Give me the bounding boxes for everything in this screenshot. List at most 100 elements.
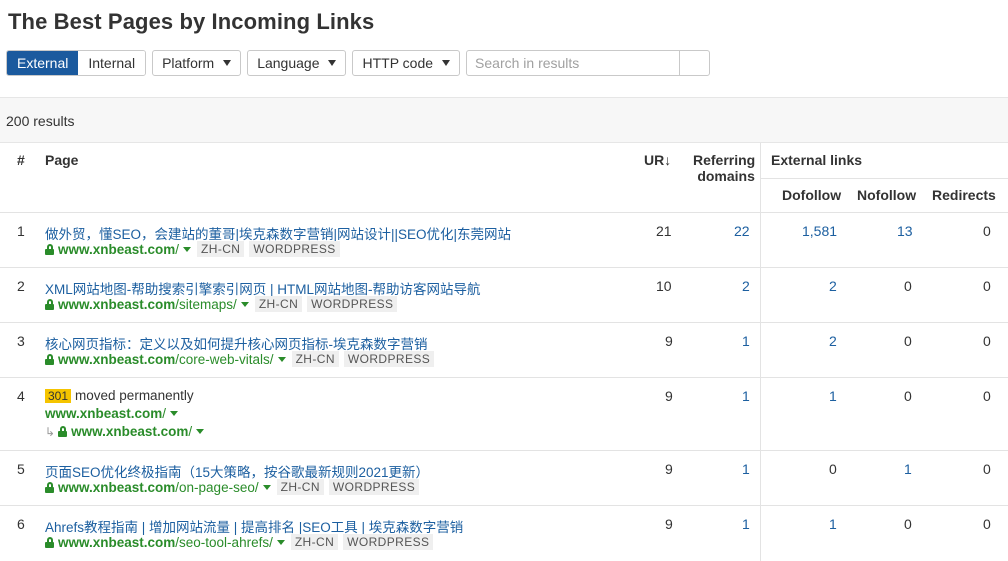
lock-icon [45, 536, 54, 548]
row-number: 3 [17, 333, 25, 349]
page-title-link[interactable]: Ahrefs教程指南 | 增加网站流量 | 提高排名 |SEO工具 | 埃克森数… [45, 516, 463, 536]
url-domain[interactable]: www.xnbeast.com [58, 480, 175, 495]
language-tag: ZH-CN [197, 241, 245, 257]
tab-internal[interactable]: Internal [78, 51, 146, 75]
column-header-dofollow[interactable]: Dofollow [782, 187, 841, 203]
url-path[interactable]: /core-web-vitals/ [175, 352, 273, 367]
url-domain[interactable]: www.xnbeast.com [58, 352, 175, 367]
column-header-ur[interactable]: UR↓ [644, 152, 671, 168]
page-title: The Best Pages by Incoming Links [8, 9, 375, 34]
row-number: 4 [17, 388, 25, 404]
chevron-down-icon[interactable] [240, 301, 249, 307]
ur-value: 10 [656, 278, 672, 294]
nofollow-value[interactable]: 1 [904, 461, 912, 477]
chevron-down-icon[interactable] [262, 484, 271, 490]
chevron-down-icon[interactable] [170, 411, 179, 416]
column-header-referring-domains[interactable]: Referring domains [693, 152, 755, 184]
column-header-nofollow[interactable]: Nofollow [857, 187, 916, 203]
ur-value: 9 [665, 388, 673, 404]
redirect-arrow-icon: ↳ [45, 424, 56, 439]
chevron-down-icon[interactable] [277, 356, 286, 362]
url-domain[interactable]: www.xnbeast.com [45, 406, 162, 421]
row-number: 2 [17, 278, 25, 294]
platform-dropdown[interactable]: Platform [152, 50, 242, 76]
dofollow-value[interactable]: 1 [829, 388, 837, 404]
dofollow-value[interactable]: 2 [829, 278, 837, 294]
url-domain[interactable]: www.xnbeast.com [58, 297, 175, 312]
url-path[interactable]: /seo-tool-ahrefs/ [175, 535, 273, 550]
table-row: 3 核心网页指标：定义以及如何提升核心网页指标-埃克森数字营销 www.xnbe… [0, 323, 1008, 378]
chevron-down-icon[interactable] [183, 246, 192, 252]
filter-bar: External Internal Platform Language HTTP… [6, 50, 711, 76]
ur-value: 9 [665, 516, 673, 532]
redirect-target-line: ↳ www.xnbeast.com / [45, 424, 210, 439]
results-count: 200 results [6, 113, 75, 129]
page-title-link[interactable]: XML网站地图-帮助搜索引擎索引网页 | HTML网站地图-帮助访客网站导航 [45, 278, 481, 298]
lock-icon [45, 481, 54, 493]
lock-icon [45, 353, 54, 365]
nofollow-value: 0 [904, 333, 912, 349]
platform-tag: WORDPRESS [328, 479, 420, 495]
redirect-domain[interactable]: www.xnbeast.com [71, 424, 188, 439]
url-path[interactable]: /on-page-seo/ [175, 480, 258, 495]
column-header-page: Page [45, 152, 79, 168]
redirects-value: 0 [983, 278, 991, 294]
row-number: 6 [17, 516, 25, 532]
page-title-link[interactable]: 页面SEO优化终极指南（15大策略，按谷歌最新规则2021更新） [45, 461, 429, 481]
http-code-dropdown[interactable]: HTTP code [352, 50, 461, 76]
url-path[interactable]: / [162, 406, 166, 421]
language-dropdown-label: Language [257, 55, 320, 71]
referring-domains-value[interactable]: 1 [742, 333, 750, 349]
redirects-value: 0 [983, 461, 991, 477]
lock-icon [45, 298, 54, 310]
platform-tag: WORDPRESS [343, 351, 435, 367]
platform-dropdown-label: Platform [162, 55, 215, 71]
referring-domains-label-line2: domains [697, 168, 755, 184]
url-line: www.xnbeast.com/sitemaps/ ZH-CN WORDPRES… [45, 296, 402, 312]
dofollow-value[interactable]: 1 [829, 516, 837, 532]
page-title-link[interactable]: 核心网页指标：定义以及如何提升核心网页指标-埃克森数字营销 [45, 333, 428, 353]
redirects-value: 0 [983, 516, 991, 532]
referring-domains-label-line1: Referring [693, 152, 756, 168]
language-dropdown[interactable]: Language [247, 50, 347, 76]
ur-value: 9 [665, 333, 673, 349]
url-path[interactable]: /sitemaps/ [175, 297, 237, 312]
nofollow-value[interactable]: 13 [897, 223, 913, 239]
platform-tag: WORDPRESS [249, 241, 340, 257]
chevron-down-icon [223, 60, 232, 66]
url-path[interactable]: / [175, 242, 179, 257]
dofollow-value[interactable]: 1,581 [802, 223, 837, 239]
search-box [466, 50, 711, 76]
nofollow-value: 0 [904, 388, 912, 404]
referring-domains-value[interactable]: 1 [742, 461, 750, 477]
referring-domains-value[interactable]: 22 [734, 223, 750, 239]
platform-tag: WORDPRESS [343, 534, 434, 550]
dofollow-value[interactable]: 2 [829, 333, 837, 349]
page-title-link[interactable]: 做外贸，懂SEO，会建站的董哥|埃克森数字营销|网站设计||SEO优化|东莞网站 [45, 223, 511, 243]
status-text: moved permanently [75, 388, 194, 403]
column-header-redirects[interactable]: Redirects [932, 187, 996, 203]
nofollow-value: 0 [904, 278, 912, 294]
referring-domains-value[interactable]: 1 [742, 516, 750, 532]
table-row: 4 301 moved permanently www.xnbeast.com / … [0, 378, 1008, 451]
search-button[interactable] [679, 51, 709, 75]
redirect-path[interactable]: / [188, 424, 192, 439]
url-domain[interactable]: www.xnbeast.com [58, 535, 175, 550]
ur-value: 9 [665, 461, 673, 477]
url-line: www.xnbeast.com / [45, 406, 184, 421]
table-row: 5 页面SEO优化终极指南（15大策略，按谷歌最新规则2021更新） www.x… [0, 451, 1008, 506]
redirects-value: 0 [983, 333, 991, 349]
language-tag: ZH-CN [254, 296, 303, 312]
redirects-value: 0 [983, 388, 991, 404]
referring-domains-value[interactable]: 1 [742, 388, 750, 404]
tab-external[interactable]: External [7, 51, 79, 75]
header-subdivider [761, 178, 1008, 179]
url-domain[interactable]: www.xnbeast.com [58, 242, 175, 257]
chevron-down-icon[interactable] [196, 429, 205, 434]
url-line: www.xnbeast.com/on-page-seo/ ZH-CN WORDP… [45, 479, 424, 495]
ur-value: 21 [656, 223, 672, 239]
dofollow-value: 0 [829, 461, 837, 477]
referring-domains-value[interactable]: 2 [742, 278, 750, 294]
chevron-down-icon[interactable] [276, 539, 285, 545]
search-input[interactable] [467, 51, 680, 75]
